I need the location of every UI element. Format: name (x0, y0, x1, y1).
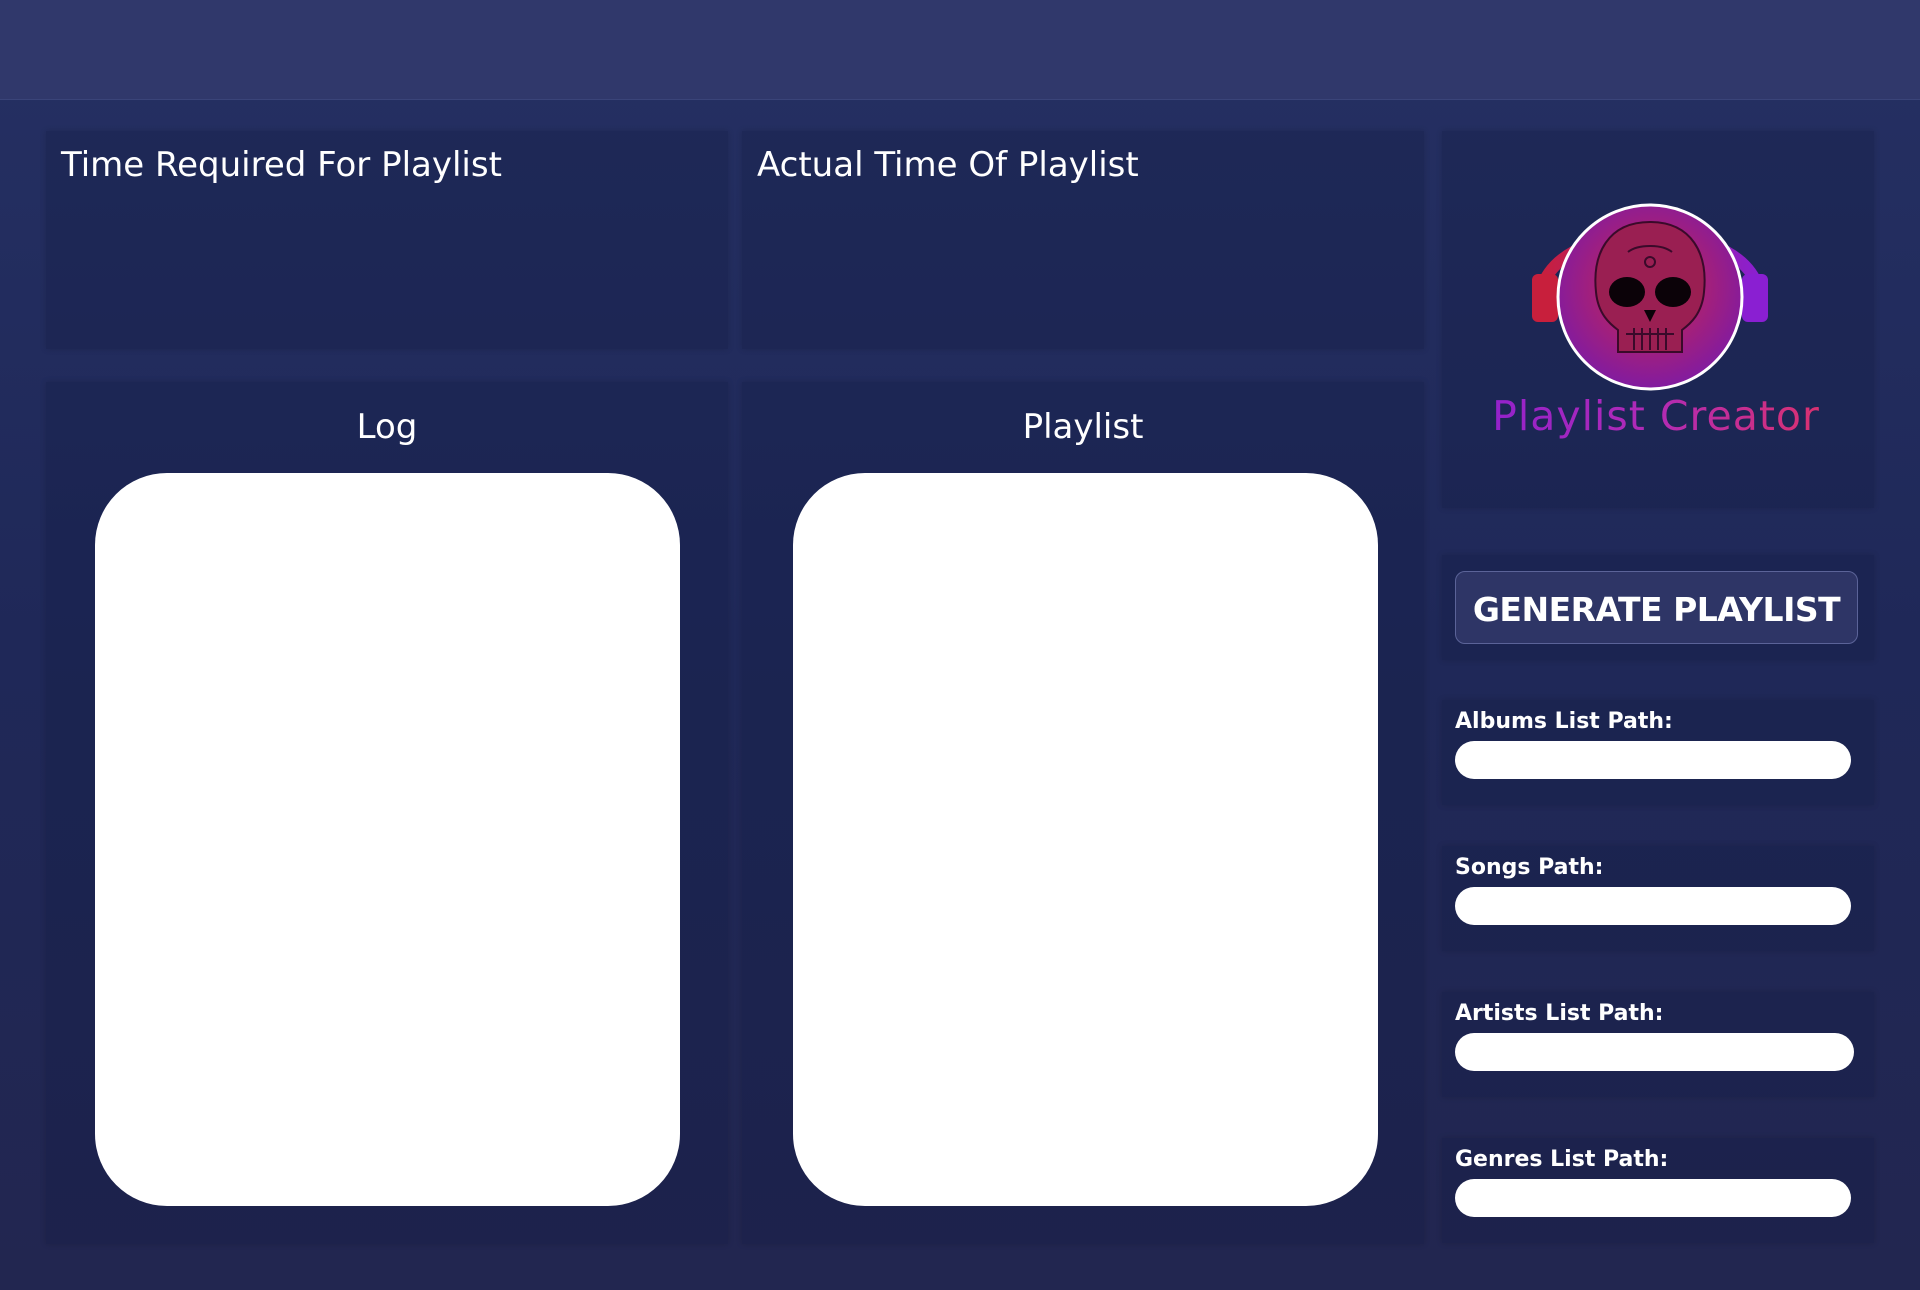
skull-headphones-logo-icon (1532, 203, 1768, 391)
playlist-title: Playlist (1022, 407, 1144, 447)
genres-list-path-label: Genres List Path: (1455, 1147, 1669, 1172)
logo-text: Playlist Creator (1440, 392, 1872, 440)
playlist-textbox[interactable] (793, 473, 1378, 1206)
artists-list-path-label: Artists List Path: (1455, 1001, 1664, 1026)
actual-time-title: Actual Time Of Playlist (757, 145, 1139, 185)
generate-playlist-button[interactable]: GENERATE PLAYLIST (1455, 571, 1858, 644)
log-title: Log (356, 407, 418, 447)
songs-path-input[interactable] (1455, 887, 1851, 925)
songs-path-label: Songs Path: (1455, 855, 1604, 880)
time-required-panel: Time Required For Playlist (46, 131, 728, 349)
artists-list-path-input[interactable] (1455, 1033, 1854, 1071)
log-panel: Log (46, 382, 728, 1244)
actual-time-panel: Actual Time Of Playlist (742, 131, 1424, 349)
time-required-title: Time Required For Playlist (61, 145, 502, 185)
top-bar (0, 0, 1920, 100)
genres-list-path-input[interactable] (1455, 1179, 1851, 1217)
log-textbox[interactable] (95, 473, 680, 1206)
playlist-panel: Playlist (742, 382, 1424, 1244)
albums-list-path-label: Albums List Path: (1455, 709, 1673, 734)
albums-list-path-input[interactable] (1455, 741, 1851, 779)
